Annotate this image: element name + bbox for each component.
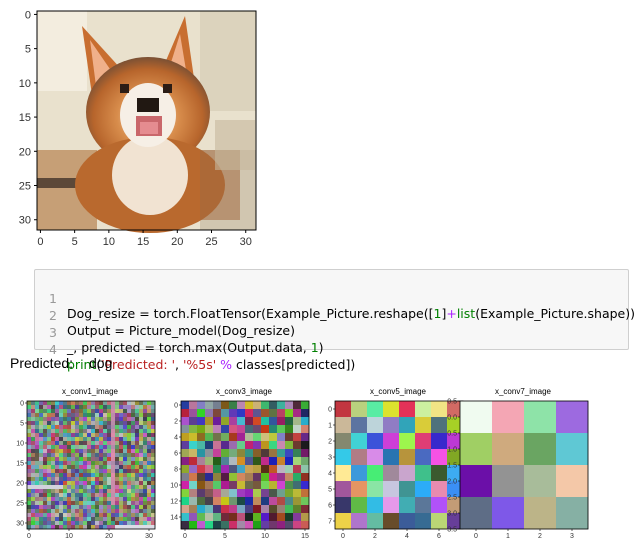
y-tick-label: 1.5 — [447, 463, 457, 470]
y-tick-label: 6 — [328, 503, 332, 510]
x-tick-label: 15 — [137, 236, 149, 248]
y-tick-label: 7 — [328, 519, 332, 526]
y-tick-label: 2 — [328, 439, 332, 446]
y-tick-label: 3.5 — [447, 527, 457, 534]
x-tick-label: 0 — [37, 236, 43, 248]
x-tick-label: 30 — [145, 533, 153, 540]
y-tick-label: 0.5 — [447, 431, 457, 438]
x-tick-label: 3 — [570, 533, 574, 540]
y-tick-label: 14 — [170, 515, 178, 522]
output-label: Predicted: — [10, 355, 74, 371]
y-tick-label: 1 — [328, 423, 332, 430]
y-tick-label: −0.5 — [443, 399, 457, 406]
y-tick-label: 0 — [25, 9, 31, 21]
x-tick-label: 20 — [105, 533, 113, 540]
y-tick-label: 25 — [19, 181, 31, 193]
y-tick-label: 0.0 — [447, 415, 457, 422]
y-tick-label: 1.0 — [447, 447, 457, 454]
x-tick-label: 6 — [437, 533, 441, 540]
x-tick-label: 10 — [65, 533, 73, 540]
y-tick-label: 10 — [19, 78, 31, 90]
code-cell[interactable]: 1 Dog_resize = torch.FloatTensor(Example… — [34, 269, 635, 372]
y-tick-label: 3 — [328, 455, 332, 462]
y-tick-label: 25 — [16, 501, 24, 508]
x-tick-label: 2 — [373, 533, 377, 540]
x-tick-label: 0 — [183, 533, 187, 540]
dog-image: 0 5 10 15 20 25 30 0 5 10 15 20 25 30 — [19, 9, 257, 248]
code-line-1[interactable]: 1 Dog_resize = torch.FloatTensor(Example… — [35, 276, 635, 321]
x-tick-label: 1 — [506, 533, 510, 540]
output-value: dog — [89, 355, 113, 371]
code-line-2[interactable]: 2 Output = Picture_model(Dog_resize) — [35, 293, 625, 338]
x-tick-label: 15 — [301, 533, 309, 540]
y-tick-label: 6 — [174, 451, 178, 458]
y-tick-label: 0 — [174, 403, 178, 410]
code-line-3[interactable]: 3 _, predicted = torch.max(Output.data, … — [35, 310, 625, 355]
x-tick-label: 4 — [405, 533, 409, 540]
y-tick-label: 0 — [328, 407, 332, 414]
x-tick-label: 2 — [538, 533, 542, 540]
x-tick-label: 25 — [205, 236, 217, 248]
x-tick-label: 30 — [240, 236, 252, 248]
y-tick-label: 5 — [328, 487, 332, 494]
x-tick-label: 0 — [341, 533, 345, 540]
x-tick-label: 10 — [261, 533, 269, 540]
y-tick-label: 12 — [170, 499, 178, 506]
y-tick-label: 4 — [174, 435, 178, 442]
y-tick-label: 15 — [19, 112, 31, 124]
conv-feature-maps: 0510152025300 10 20 30 024681012140 5 10 15 01… — [16, 399, 589, 540]
x-tick-label: 0 — [27, 533, 31, 540]
y-tick-label: 30 — [16, 521, 24, 528]
x-tick-label: 10 — [103, 236, 115, 248]
y-tick-label: 2.0 — [447, 479, 457, 486]
y-tick-label: 5 — [20, 421, 24, 428]
y-tick-label: 20 — [19, 146, 31, 158]
y-tick-label: 0 — [20, 401, 24, 408]
dog-image-plot: 0 5 10 15 20 25 30 0 5 10 15 20 25 30 — [0, 0, 270, 250]
y-tick-label: 8 — [174, 467, 178, 474]
y-tick-label: 2.5 — [447, 495, 457, 502]
y-tick-label: 2 — [174, 419, 178, 426]
x-tick-label: 5 — [72, 236, 78, 248]
x-tick-label: 20 — [171, 236, 183, 248]
code-line-4[interactable]: 4 print('Predicted: ', '%5s' % classes[p… — [35, 327, 625, 372]
x-tick-label: 0 — [474, 533, 478, 540]
y-tick-label: 30 — [19, 215, 31, 227]
y-tick-label: 10 — [170, 483, 178, 490]
x-tick-label: 5 — [223, 533, 227, 540]
y-tick-label: 5 — [25, 44, 31, 56]
y-tick-label: 3.0 — [447, 511, 457, 518]
y-tick-label: 15 — [16, 461, 24, 468]
y-tick-label: 10 — [16, 441, 24, 448]
y-tick-label: 20 — [16, 481, 24, 488]
y-tick-label: 4 — [328, 471, 332, 478]
